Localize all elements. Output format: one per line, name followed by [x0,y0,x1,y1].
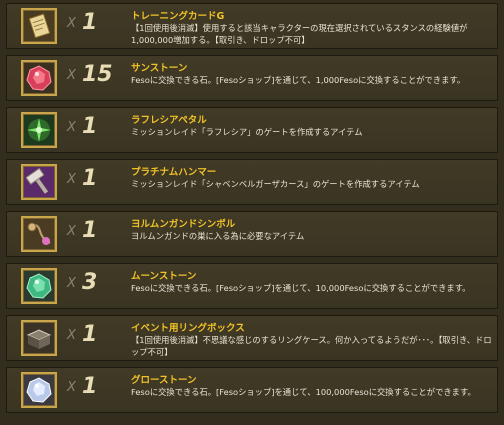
item-name: プラチナムハンマー [131,167,217,178]
multiplier-symbol: X [67,68,76,83]
multiplier-symbol: X [67,380,76,395]
item-name: ラフレシアペタル [131,115,207,126]
item-description: ヨルムンガンドの巣に入る為に必要なアイテム [131,231,305,241]
item-description: ミッションレイド「シャベンベルガーザカース」のゲートを作成するアイテム [131,179,420,189]
multiplier-symbol: X [67,172,76,187]
item-name: ムーンストーン [131,271,197,282]
sun-stone-icon [21,60,57,96]
item-row-training-card: X 1 トレーニングカードG 【1回使用後消滅】使用すると該当キャラクターの現在… [6,3,498,49]
item-row-ring-box: X 1 イベント用リングボックス 【1回使用後消滅】不思議な感じのするリングケー… [6,315,498,361]
item-row-platinum-hammer: X 1 プラチナムハンマー ミッションレイド「シャベンベルガーザカース」のゲート… [6,159,498,205]
item-description: Fesoに交換できる石。[Fesoショップ]を通じて、1,000Fesoに交換す… [131,75,466,85]
item-quantity: 1 [82,114,98,139]
item-name: ヨルムンガンドシンボル [131,219,236,230]
multiplier-symbol: X [67,328,76,343]
item-row-rafflesia-petal: X 1 ラフレシアペタル ミッションレイド「ラフレシア」のゲートを作成するアイテ… [6,107,498,153]
item-quantity: 1 [82,166,98,191]
reward-item-list: X 1 トレーニングカードG 【1回使用後消滅】使用すると該当キャラクターの現在… [0,0,504,425]
item-quantity: 1 [82,374,98,399]
jormungand-symbol-icon [21,216,57,252]
item-description: Fesoに交換できる石。[Fesoショップ]を通じて、10,000Fesoに交換… [131,283,471,293]
item-description: 【1回使用後消滅】不思議な感じのするリングケース。何か入ってるようだが･･･。【… [131,335,492,357]
item-name: トレーニングカードG [131,11,225,22]
platinum-hammer-icon [21,164,57,200]
ring-box-icon [21,320,57,356]
item-quantity: 3 [82,270,98,295]
item-name: サンストーン [131,63,188,74]
item-quantity: 1 [82,218,98,243]
multiplier-symbol: X [67,16,76,31]
multiplier-symbol: X [67,224,76,239]
moon-stone-icon [21,268,57,304]
training-card-icon [21,8,57,44]
rafflesia-petal-icon [21,112,57,148]
item-description: 【1回使用後消滅】使用すると該当キャラクターの現在選択されているスタンスの経験値… [131,23,468,45]
item-row-sun-stone: X 15 サンストーン Fesoに交換できる石。[Fesoショップ]を通じて、1… [6,55,498,101]
item-quantity: 1 [82,322,98,347]
item-row-jormungand-symbol: X 1 ヨルムンガンドシンボル ヨルムンガンドの巣に入る為に必要なアイテム [6,211,498,257]
multiplier-symbol: X [67,276,76,291]
item-name: イベント用リングボックス [131,323,245,334]
item-description: Fesoに交換できる石。[Fesoショップ]を通じて、100,000Fesoに交… [131,387,476,397]
item-quantity: 15 [82,62,113,87]
multiplier-symbol: X [67,120,76,135]
item-row-moon-stone: X 3 ムーンストーン Fesoに交換できる石。[Fesoショップ]を通じて、1… [6,263,498,309]
item-description: ミッションレイド「ラフレシア」のゲートを作成するアイテム [131,127,363,137]
item-quantity: 1 [82,10,98,35]
item-row-glow-stone: X 1 グローストーン Fesoに交換できる石。[Fesoショップ]を通じて、1… [6,367,498,413]
glow-stone-icon [21,372,57,408]
item-name: グローストーン [131,375,197,386]
